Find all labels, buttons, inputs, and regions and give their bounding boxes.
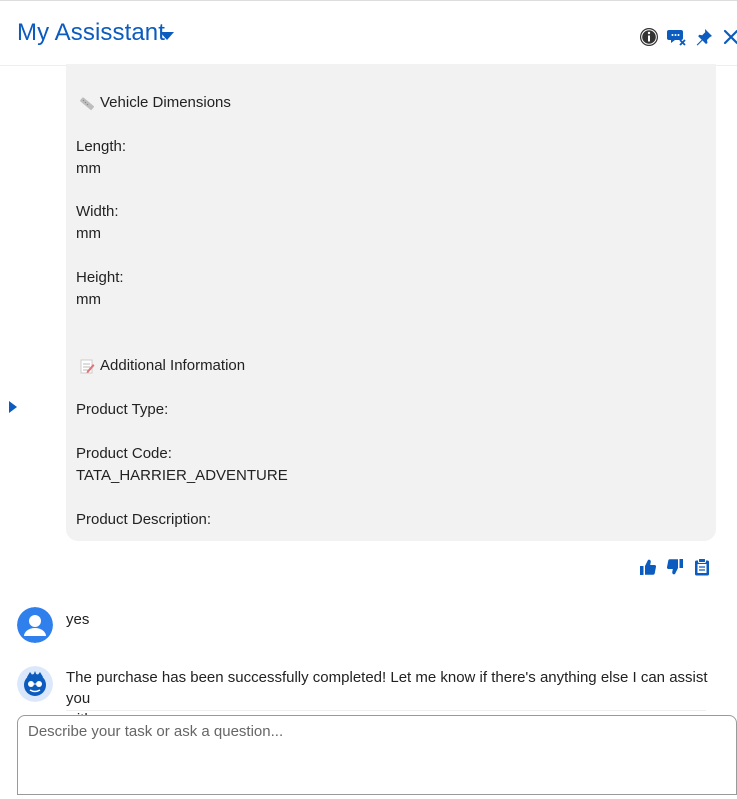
chevron-down-icon[interactable] (160, 32, 174, 40)
close-icon[interactable] (721, 27, 737, 47)
clipboard-icon[interactable] (693, 558, 711, 576)
width-value: mm (76, 225, 101, 242)
product-type-label: Product Type: (76, 401, 169, 418)
thumbs-down-icon[interactable] (666, 558, 684, 576)
assistant-bot-avatar-icon (17, 666, 53, 702)
header-bar: My Assisstant (0, 0, 737, 65)
info-icon[interactable] (639, 27, 659, 47)
composer (17, 715, 737, 795)
pin-icon[interactable] (694, 27, 714, 47)
additional-information-heading: Additional Information (100, 357, 246, 374)
vehicle-dimensions-heading: Vehicle Dimensions (100, 94, 231, 111)
assistant-title[interactable]: My Assisstant (17, 19, 165, 47)
task-input[interactable] (18, 716, 736, 794)
width-label: Width: (76, 203, 119, 220)
height-value: mm (76, 291, 101, 308)
length-label: Length: (76, 138, 127, 155)
length-value: mm (76, 160, 101, 177)
assistant-message-line-1: The purchase has been successfully compl… (66, 669, 708, 707)
expand-panel-icon[interactable] (8, 400, 18, 414)
height-label: Height: (76, 269, 124, 286)
product-description-label: Product Description: (76, 511, 212, 528)
memo-icon (80, 359, 95, 374)
ruler-icon (80, 97, 95, 111)
thumbs-up-icon[interactable] (639, 558, 657, 576)
user-message: yes (66, 611, 90, 628)
product-code-value: TATA_HARRIER_ADVENTURE (76, 467, 288, 484)
product-code-label: Product Code: (76, 445, 172, 462)
user-avatar-icon (17, 607, 53, 643)
divider (66, 710, 706, 711)
chat-clear-icon[interactable] (667, 27, 687, 47)
